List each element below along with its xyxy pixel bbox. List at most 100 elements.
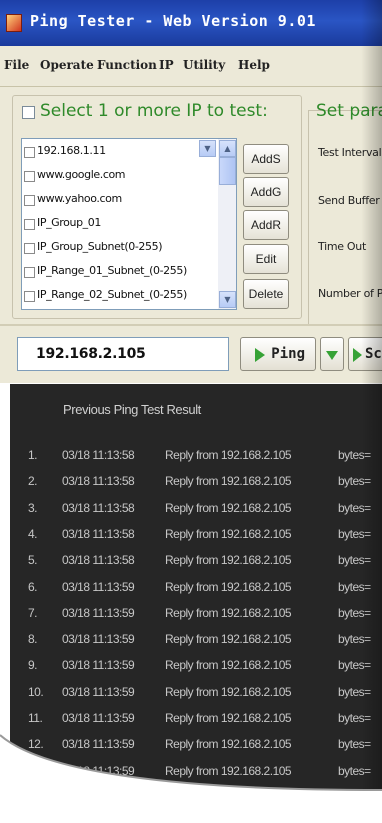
ping-tester-window: Ping Tester - Web Version 9.01 File Oper… xyxy=(0,0,382,823)
row-timestamp: 03/18 11:13:59 xyxy=(62,711,135,725)
row-reply: Reply from 192.168.2.105 xyxy=(165,684,292,699)
scan-button[interactable]: Sc xyxy=(348,337,382,371)
list-item-label: IP_Range_02_Subnet_(0-255) xyxy=(37,288,187,301)
edit-button[interactable]: Edit xyxy=(243,244,289,274)
app-icon xyxy=(6,14,22,32)
row-timestamp: 03/18 11:13:58 xyxy=(62,448,135,462)
row-timestamp: 03/18 11:13:59 xyxy=(62,763,135,778)
list-item[interactable]: www.google.com xyxy=(22,165,212,188)
result-row: 13. 03/18 11:13:59 Reply from 192.168.2.10… xyxy=(10,764,382,790)
row-reply: Reply from 192.168.2.105 xyxy=(165,474,292,489)
list-scrollbar[interactable]: ▼ ▲ ▼ xyxy=(199,139,236,309)
menu-utility[interactable]: Utility xyxy=(183,58,225,72)
add-r-button[interactable]: AddR xyxy=(243,210,289,240)
result-row: 10. 03/18 11:13:59 Reply from 192.168.2.10… xyxy=(10,685,382,711)
row-timestamp: 03/18 11:13:58 xyxy=(62,500,135,515)
ping-options-dropdown[interactable] xyxy=(320,337,344,371)
divider xyxy=(0,324,382,326)
add-g-button[interactable]: AddG xyxy=(243,177,289,207)
select-ip-label: Select 1 or more IP to test: xyxy=(40,101,272,121)
parameters-label: Set para xyxy=(316,101,382,121)
list-item[interactable]: IP_Group_Subnet(0-255) xyxy=(22,237,212,260)
add-s-button[interactable]: AddS xyxy=(243,144,289,174)
row-timestamp: 03/18 11:13:58 xyxy=(62,474,135,489)
play-icon xyxy=(353,348,362,362)
window-title: Ping Tester - Web Version 9.01 xyxy=(30,12,316,30)
row-reply: Reply from 192.168.2.105 xyxy=(165,579,292,594)
list-checkbox[interactable] xyxy=(24,243,35,254)
row-bytes: bytes= xyxy=(338,500,371,515)
list-checkbox[interactable] xyxy=(24,219,35,230)
list-checkbox[interactable] xyxy=(24,147,35,158)
result-row: 6. 03/18 11:13:59 Reply from 192.168.2.105… xyxy=(10,580,382,606)
row-bytes: bytes= xyxy=(338,579,371,594)
row-bytes: bytes= xyxy=(338,763,371,778)
result-row: 14. 03/18 11:13:59 Reply from 192.168.2.10… xyxy=(10,790,382,816)
select-all-checkbox[interactable] xyxy=(22,106,35,119)
menu-help[interactable]: Help xyxy=(238,58,270,72)
row-reply: Reply from 192.168.2.105 xyxy=(165,763,292,778)
ip-address-input[interactable]: 192.168.2.105 xyxy=(17,337,229,371)
scroll-down-icon[interactable]: ▼ xyxy=(219,291,236,308)
list-checkbox[interactable] xyxy=(24,267,35,278)
param-number-of-pings: Number of Pi xyxy=(318,287,382,300)
menu-ip[interactable]: IP xyxy=(159,58,174,72)
menu-bar: File Operate Function IP Utility Help xyxy=(0,46,382,87)
row-reply: Reply from 192.168.2.105 xyxy=(165,632,292,647)
result-console[interactable]: Previous Ping Test Result 1. 03/18 11:13:… xyxy=(10,384,382,823)
row-reply: Reply from 192.168.2.105 xyxy=(165,658,292,673)
menu-operate[interactable]: Operate xyxy=(40,58,94,72)
row-number: 13. xyxy=(28,763,44,778)
list-item[interactable]: www.yahoo.com xyxy=(22,189,212,212)
row-bytes: bytes= xyxy=(338,658,371,673)
title-bar[interactable]: Ping Tester - Web Version 9.01 xyxy=(0,0,382,46)
list-item-label: www.yahoo.com xyxy=(37,192,122,205)
list-item-label: 192.168.1.11 xyxy=(37,144,106,157)
row-timestamp: 03/18 11:13:59 xyxy=(62,789,135,804)
row-timestamp: 03/18 11:13:58 xyxy=(62,526,135,541)
row-bytes: bytes= xyxy=(338,789,371,804)
row-reply: Reply from 192.168.2.105 xyxy=(165,526,292,541)
ip-listbox[interactable]: 192.168.1.11 www.google.com www.yahoo.co… xyxy=(21,138,237,310)
row-reply: Reply from 192.168.2.105 xyxy=(165,737,292,752)
row-number: 5. xyxy=(28,553,38,568)
row-bytes: bytes= xyxy=(338,632,371,647)
row-number: 1. xyxy=(28,448,38,462)
play-icon xyxy=(255,348,265,362)
list-item[interactable]: IP_Group_01 xyxy=(22,213,212,236)
result-row: 4. 03/18 11:13:58 Reply from 192.168.2.105… xyxy=(10,527,382,553)
result-row: 1. 03/18 11:13:58 Reply from 192.168.2.105… xyxy=(10,448,382,474)
ping-button[interactable]: Ping xyxy=(240,337,316,371)
list-checkbox[interactable] xyxy=(24,291,35,302)
row-number: 8. xyxy=(28,632,38,647)
delete-button[interactable]: Delete xyxy=(243,279,289,309)
list-item-label: IP_Group_01 xyxy=(37,216,101,229)
result-row: 8. 03/18 11:13:59 Reply from 192.168.2.105… xyxy=(10,632,382,658)
console-title: Previous Ping Test Result xyxy=(63,402,201,417)
list-item[interactable]: IP_Range_02_Subnet_(0-255) xyxy=(22,285,212,308)
row-bytes: bytes= xyxy=(338,526,371,541)
row-reply: Reply from 192.168.2.105 xyxy=(165,711,292,725)
result-row: 5. 03/18 11:13:58 Reply from 192.168.2.105… xyxy=(10,553,382,579)
list-dropdown-icon[interactable]: ▼ xyxy=(199,140,216,157)
list-item[interactable]: IP_Range_01_Subnet_(0-255) xyxy=(22,261,212,284)
scroll-thumb[interactable] xyxy=(219,157,236,185)
scan-label: Sc xyxy=(365,346,382,362)
list-item[interactable]: 192.168.1.11 xyxy=(22,141,212,164)
row-reply: Reply from 192.168.2.105 xyxy=(165,553,292,568)
row-timestamp: 03/18 11:13:59 xyxy=(62,605,135,620)
row-number: 9. xyxy=(28,658,38,673)
menu-file[interactable]: File xyxy=(4,58,29,72)
scroll-up-icon[interactable]: ▲ xyxy=(219,140,236,157)
row-number: 14. xyxy=(28,789,44,804)
row-bytes: bytes= xyxy=(338,711,371,725)
param-test-interval: Test Interval xyxy=(318,146,382,159)
result-row: 3. 03/18 11:13:58 Reply from 192.168.2.105… xyxy=(10,501,382,527)
row-number: 4. xyxy=(28,526,38,541)
list-checkbox[interactable] xyxy=(24,171,35,182)
row-timestamp: 03/18 11:13:59 xyxy=(62,632,135,647)
row-bytes: bytes= xyxy=(338,737,371,752)
menu-function[interactable]: Function xyxy=(97,58,157,72)
list-checkbox[interactable] xyxy=(24,195,35,206)
row-timestamp: 03/18 11:13:59 xyxy=(62,684,135,699)
